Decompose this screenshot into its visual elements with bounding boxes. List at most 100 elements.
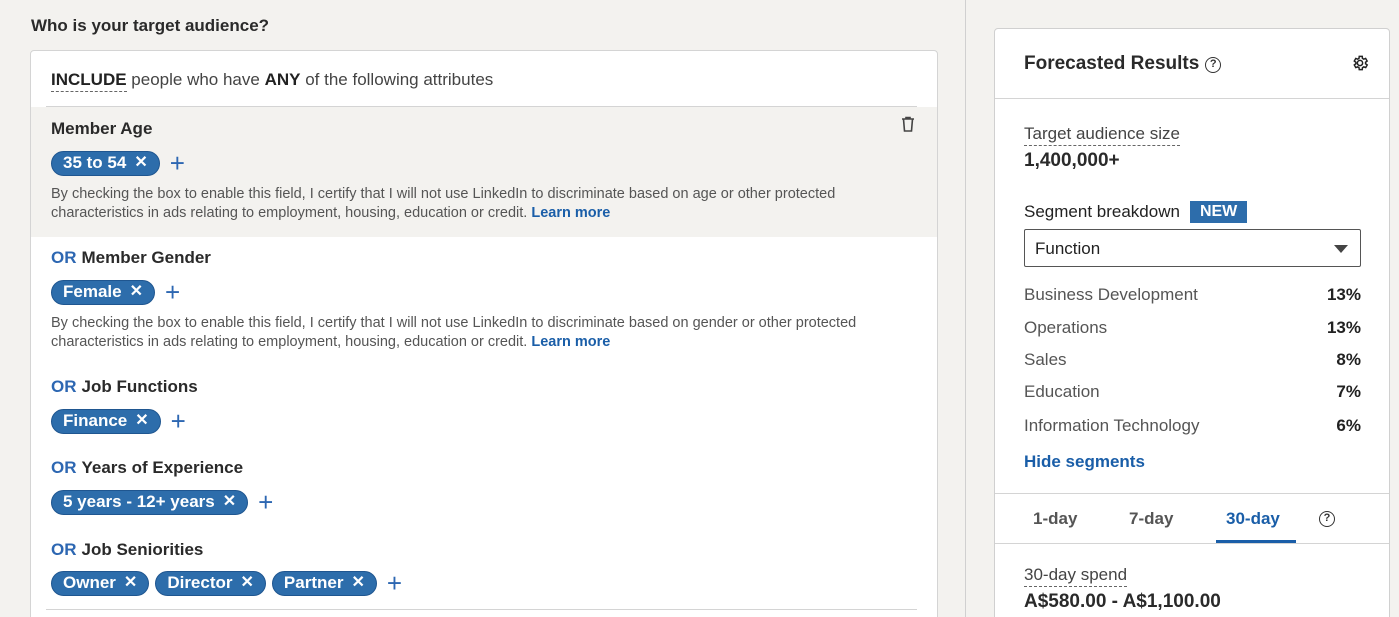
pill-list: Owner ✕ Director ✕ Partner ✕ + xyxy=(51,570,402,596)
disclaimer: By checking the box to enable this field… xyxy=(51,185,931,223)
pill-label: Finance xyxy=(63,411,128,430)
pill-years-experience[interactable]: 5 years - 12+ years ✕ xyxy=(51,489,249,515)
pill-seniority-director[interactable]: Director ✕ xyxy=(155,570,266,596)
pill-seniority-owner[interactable]: Owner ✕ xyxy=(51,570,150,596)
add-icon[interactable]: + xyxy=(387,570,402,596)
tab-7-day[interactable]: 7-day xyxy=(1129,509,1173,529)
add-icon[interactable]: + xyxy=(170,150,185,176)
segment-pct: 13% xyxy=(1326,318,1361,337)
pill-label: Owner xyxy=(63,573,116,592)
segment-row: Information Technology 6% xyxy=(1024,416,1361,436)
pill-age[interactable]: 35 to 54 ✕ xyxy=(51,150,160,176)
targeting-card: INCLUDE people who have ANY of the follo… xyxy=(30,50,938,617)
forecast-tabs: 1-day 7-day 30-day ? xyxy=(995,494,1389,544)
segment-row: Sales 8% xyxy=(1024,350,1361,370)
segment-breakdown-text: Segment breakdown xyxy=(1024,202,1180,221)
pill-label: Female xyxy=(63,282,122,301)
group-title: Member Age xyxy=(51,119,153,138)
spend-label[interactable]: 30-day spend xyxy=(1024,565,1128,587)
spend-value: A$580.00 - A$1,100.00 xyxy=(1024,591,1221,612)
audience-size-value: 1,400,000+ xyxy=(1024,150,1120,171)
hide-segments-link[interactable]: Hide segments xyxy=(1024,452,1145,472)
panel-title: Forecasted Results? xyxy=(1024,53,1222,75)
forecast-column: Forecasted Results? Target audience size… xyxy=(966,0,1399,617)
forecast-panel: Forecasted Results? Target audience size… xyxy=(994,28,1390,617)
close-icon[interactable]: ✕ xyxy=(351,575,364,591)
close-icon[interactable]: ✕ xyxy=(135,413,148,429)
trash-icon[interactable] xyxy=(901,116,915,132)
panel-header: Forecasted Results? xyxy=(995,29,1389,99)
learn-more-link[interactable]: Learn more xyxy=(531,205,610,221)
add-icon[interactable]: + xyxy=(258,489,273,515)
include-text-end: of the following attributes xyxy=(305,70,494,89)
close-icon[interactable]: ✕ xyxy=(124,575,137,591)
group-title-text: Job Functions xyxy=(81,377,198,396)
segment-pct: 13% xyxy=(1326,285,1361,304)
close-icon[interactable]: ✕ xyxy=(134,155,147,171)
or-label: OR xyxy=(51,540,77,559)
criteria-group-job-functions: OR Job Functions Finance ✕ + xyxy=(31,367,937,447)
pill-gender[interactable]: Female ✕ xyxy=(51,279,155,305)
section-title: Who is your target audience? xyxy=(31,16,270,35)
segment-name: Operations xyxy=(1024,318,1108,337)
panel-title-text: Forecasted Results xyxy=(1024,53,1200,74)
or-label: OR xyxy=(51,248,77,267)
or-label: OR xyxy=(51,377,77,396)
segment-name: Business Development xyxy=(1024,285,1198,304)
disclaimer: By checking the box to enable this field… xyxy=(51,314,931,352)
group-title: OR Member Gender xyxy=(51,248,211,268)
segment-breakdown-label: Segment breakdown NEW xyxy=(1024,201,1248,223)
pill-label: Director xyxy=(167,573,233,592)
group-title: OR Job Functions xyxy=(51,377,198,397)
pill-label: Partner xyxy=(283,573,344,592)
segment-pct: 6% xyxy=(1336,416,1361,435)
segment-row: Operations 13% xyxy=(1024,318,1361,338)
pill-label: 35 to 54 xyxy=(63,153,127,172)
segment-row: Education 7% xyxy=(1024,382,1361,402)
add-icon[interactable]: + xyxy=(171,408,186,434)
help-icon[interactable]: ? xyxy=(1205,57,1222,73)
segment-row: Business Development 13% xyxy=(1024,285,1361,305)
segment-pct: 8% xyxy=(1336,350,1361,369)
group-title-text: Member Gender xyxy=(81,248,211,267)
segment-select-value: Function xyxy=(1035,239,1101,258)
group-title: OR Years of Experience xyxy=(51,458,243,478)
pill-label: 5 years - 12+ years xyxy=(63,492,215,511)
segment-name: Information Technology xyxy=(1024,416,1200,435)
pill-list: Finance ✕ + xyxy=(51,408,186,434)
learn-more-link[interactable]: Learn more xyxy=(531,334,610,350)
pill-list: Female ✕ + xyxy=(51,279,180,305)
segment-name: Education xyxy=(1024,382,1100,401)
audience-size-label[interactable]: Target audience size xyxy=(1024,124,1180,146)
disclaimer-text: By checking the box to enable this field… xyxy=(51,186,836,221)
include-line: INCLUDE people who have ANY of the follo… xyxy=(51,70,494,92)
chevron-down-icon xyxy=(1334,245,1348,253)
pill-list: 35 to 54 ✕ + xyxy=(51,150,185,176)
criteria-group-member-gender: OR Member Gender Female ✕ + By checking t… xyxy=(31,237,937,367)
pill-list: 5 years - 12+ years ✕ + xyxy=(51,489,273,515)
disclaimer-text: By checking the box to enable this field… xyxy=(51,315,857,350)
pill-seniority-partner[interactable]: Partner ✕ xyxy=(271,570,377,596)
help-icon[interactable]: ? xyxy=(1319,511,1335,527)
segment-name: Sales xyxy=(1024,350,1067,369)
include-keyword[interactable]: INCLUDE xyxy=(51,70,127,92)
segment-pct: 7% xyxy=(1336,382,1361,401)
close-icon[interactable]: ✕ xyxy=(130,284,143,300)
new-badge: NEW xyxy=(1189,201,1248,223)
pill-job-function[interactable]: Finance ✕ xyxy=(51,408,161,434)
include-any-keyword: ANY xyxy=(264,70,301,89)
group-title-text: Years of Experience xyxy=(81,458,244,477)
gear-icon[interactable] xyxy=(1351,54,1369,72)
segment-select[interactable]: Function xyxy=(1024,229,1361,267)
add-icon[interactable]: + xyxy=(165,279,180,305)
close-icon[interactable]: ✕ xyxy=(223,494,236,510)
group-title-text: Job Seniorities xyxy=(81,540,204,559)
targeting-column: Who is your target audience? INCLUDE peo… xyxy=(0,0,965,617)
close-icon[interactable]: ✕ xyxy=(241,575,254,591)
criteria-group-years-of-experience: OR Years of Experience 5 years - 12+ year… xyxy=(31,449,937,529)
divider xyxy=(46,609,917,610)
criteria-group-job-seniorities: OR Job Seniorities Owner ✕ Director ✕ Par… xyxy=(31,530,937,610)
tab-30-day[interactable]: 30-day xyxy=(1226,509,1280,529)
tab-1-day[interactable]: 1-day xyxy=(1033,509,1077,529)
include-text-middle: people who have xyxy=(131,70,260,89)
